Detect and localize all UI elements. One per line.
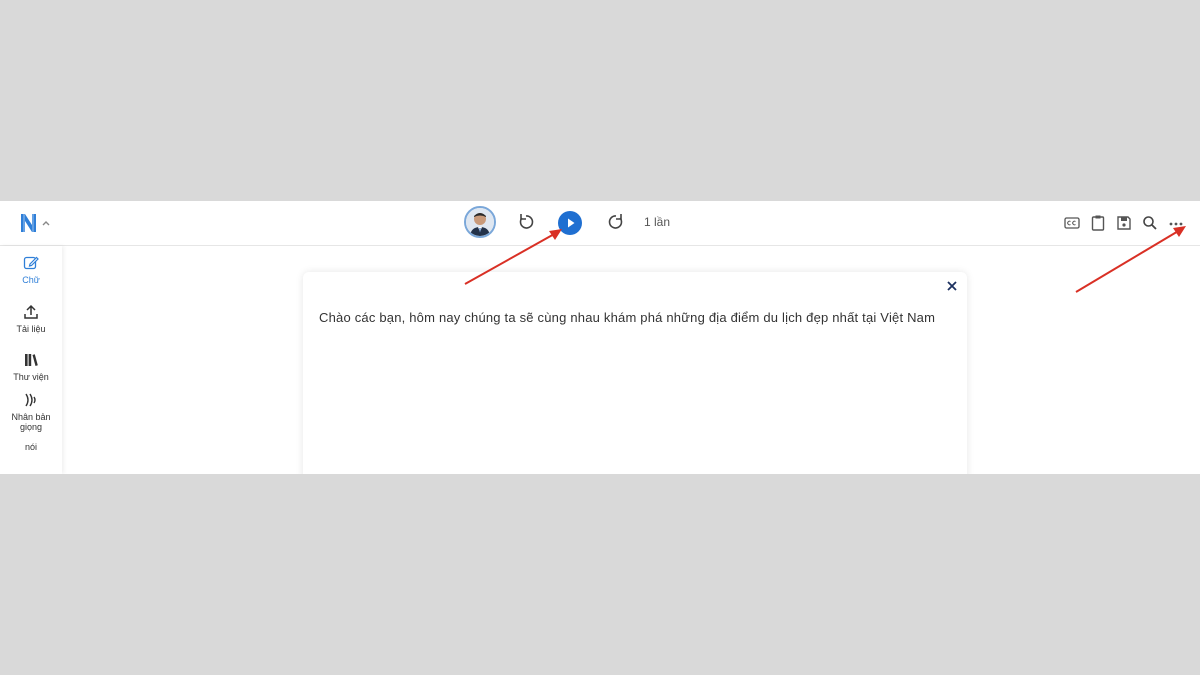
sidebar-item-label: Thư viện [13,372,49,382]
voice-avatar[interactable] [464,206,496,238]
sidebar: Chữ Tải liệu Thư viện Nhân bản giọng nói [0,246,62,474]
sidebar-item-label: Tải liệu [16,324,46,334]
editor-textarea[interactable]: Chào các bạn, hôm nay chúng ta sẽ cùng n… [319,308,949,327]
play-icon [568,218,575,228]
sidebar-item-label: Nhân bản giọng [11,412,51,432]
avatar-image [466,208,494,236]
play-button[interactable] [558,211,582,235]
subtitles-icon[interactable] [1062,213,1082,233]
text-editor-panel: Chào các bạn, hôm nay chúng ta sẽ cùng n… [303,272,967,474]
sidebar-item-label: Chữ [22,275,40,285]
top-toolbar: 1 lần [0,201,1200,246]
search-icon[interactable] [1140,213,1160,233]
edit-icon [23,256,39,270]
app-window: 1 lần Chữ Tải liệu Thư viện Nhân bản giọ… [0,201,1200,474]
upload-icon [24,304,38,319]
sidebar-item-text[interactable]: Chữ [0,254,62,285]
app-logo[interactable] [19,212,55,234]
voice-clone-icon [25,393,36,407]
forward-icon[interactable] [606,212,626,232]
sidebar-item-label-line2: nói [24,442,37,452]
clipboard-icon[interactable] [1088,213,1108,233]
rewind-icon[interactable] [516,212,536,232]
close-icon[interactable] [945,279,959,293]
right-toolbar [1062,213,1192,233]
more-options-icon[interactable] [1166,213,1186,233]
save-icon[interactable] [1114,213,1134,233]
sidebar-item-upload[interactable]: Tải liệu [0,303,62,334]
library-icon [25,354,38,366]
sidebar-item-voice-clone[interactable]: Nhân bản giọng nói [0,391,62,452]
sidebar-item-library[interactable]: Thư viện [0,351,62,382]
play-count-label[interactable]: 1 lần [644,215,670,229]
